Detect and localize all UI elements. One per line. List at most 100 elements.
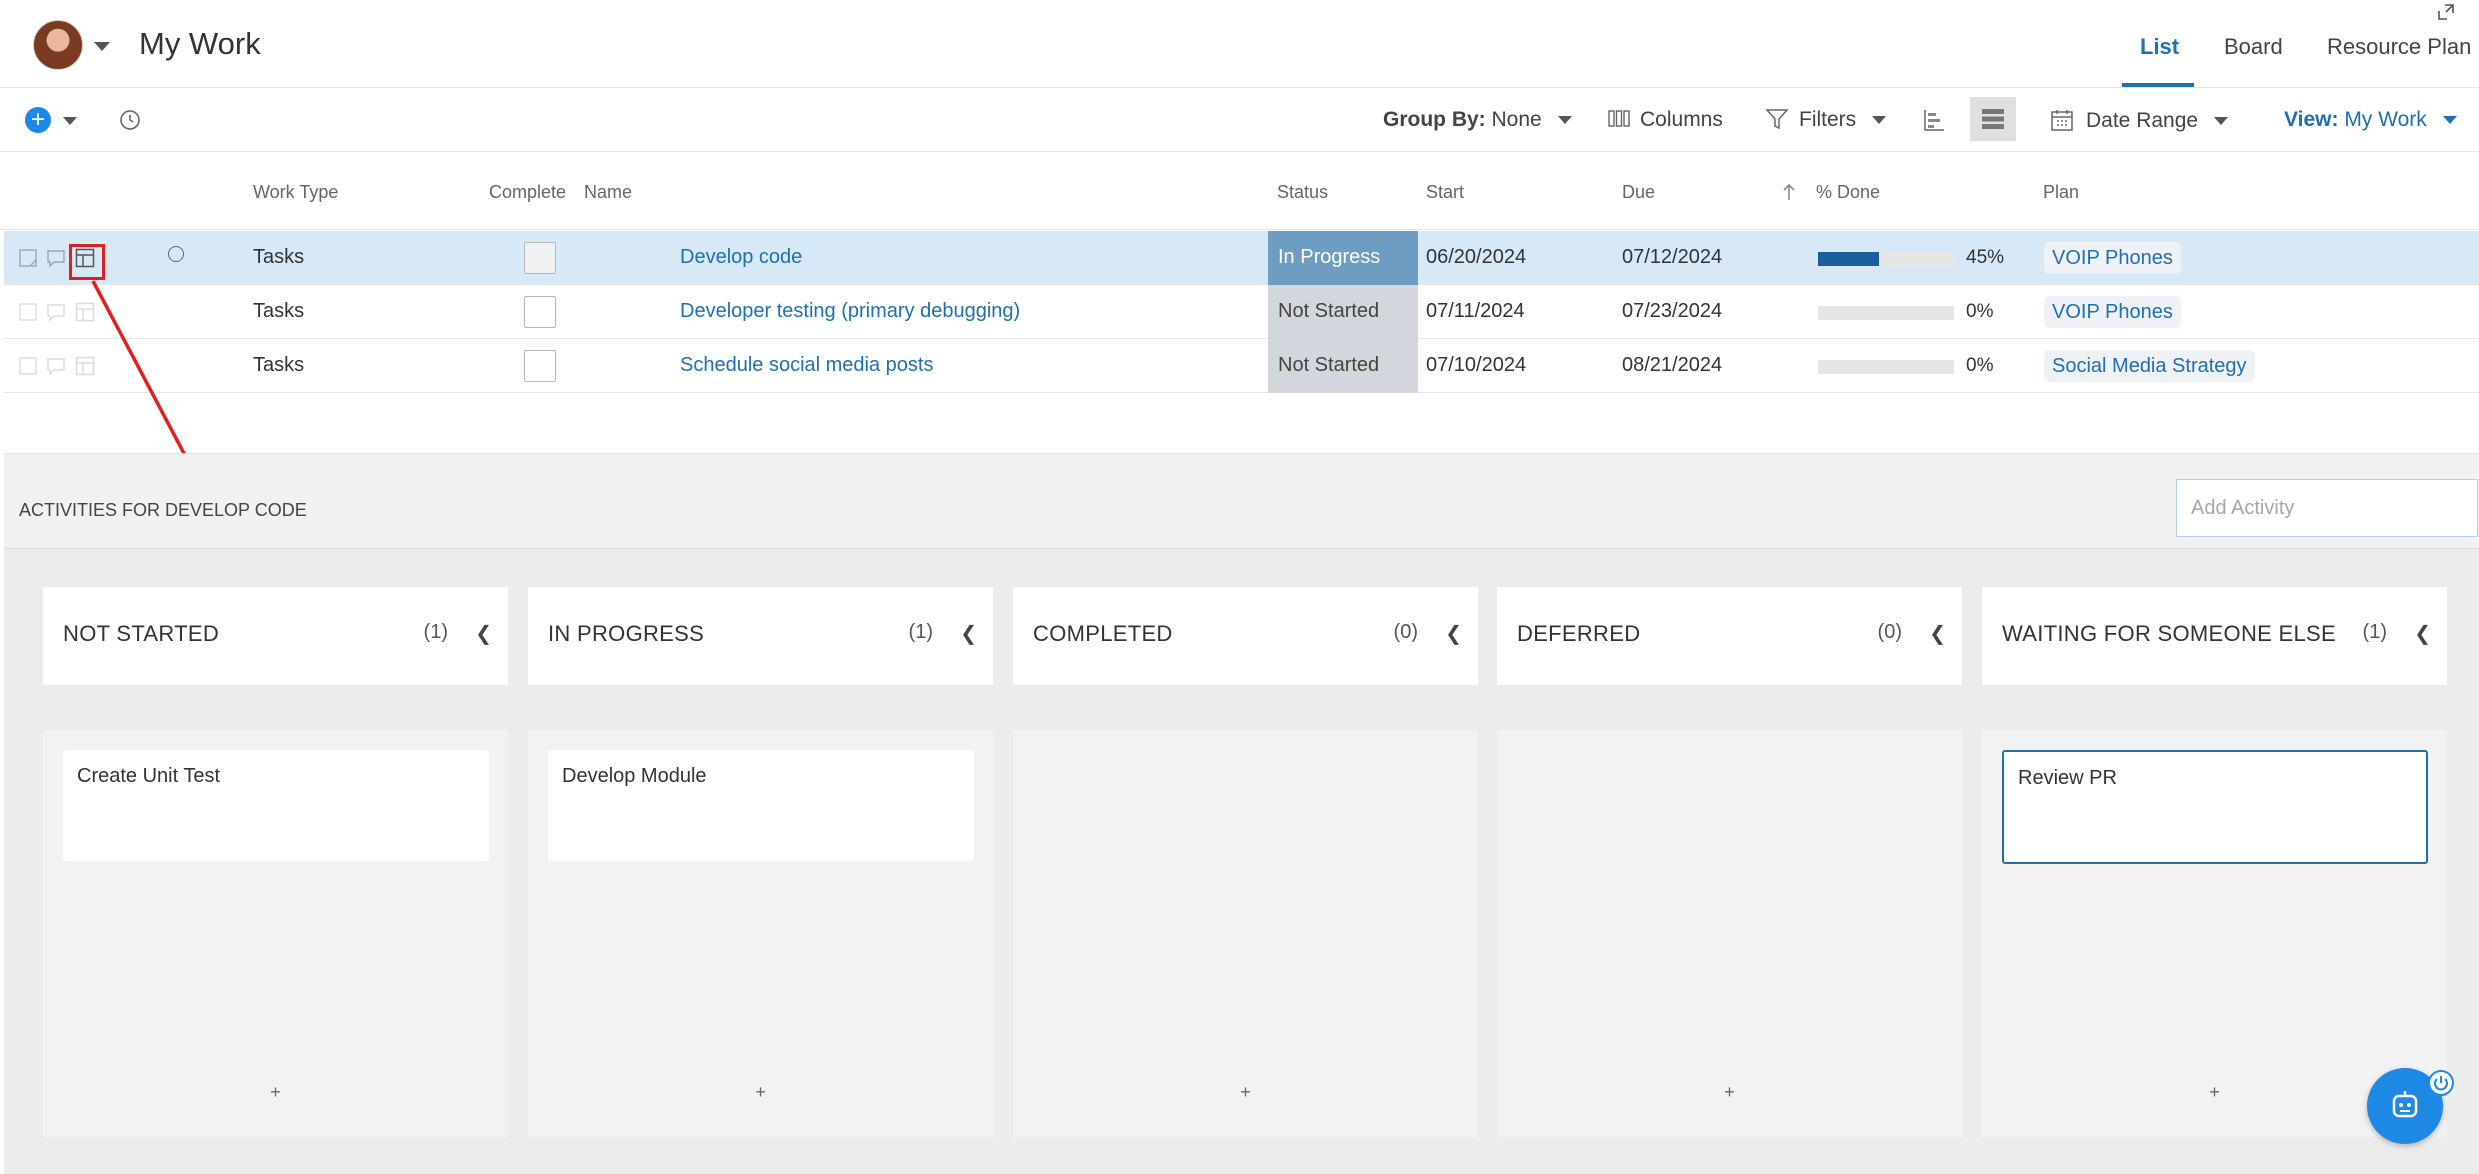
column-count: (1) (908, 621, 933, 643)
add-activity-input[interactable] (2176, 479, 2478, 537)
column-header-plan[interactable]: Plan (2043, 182, 2079, 203)
progress-bar (1818, 252, 1954, 266)
complete-checkbox[interactable] (524, 350, 556, 382)
row-select-radio[interactable] (168, 246, 184, 262)
power-icon[interactable] (2428, 1070, 2454, 1096)
complete-checkbox[interactable] (524, 296, 556, 328)
grid-header (0, 152, 2479, 230)
activity-card[interactable]: Create Unit Test (63, 750, 489, 861)
plan-link[interactable]: Social Media Strategy (2044, 350, 2255, 382)
table-row[interactable]: Tasks Developer testing (primary debuggi… (4, 285, 2479, 339)
column-header-work-type[interactable]: Work Type (253, 182, 338, 203)
chevron-down-icon (2442, 116, 2457, 125)
start-date-cell[interactable]: 07/10/2024 (1426, 354, 1526, 377)
status-badge[interactable]: In Progress (1268, 231, 1418, 285)
column-header-status[interactable]: Status (1277, 182, 1328, 203)
add-card-button[interactable]: + (1497, 1082, 1962, 1103)
column-header-percent-done[interactable]: % Done (1816, 182, 1880, 203)
table-row[interactable]: Tasks Schedule social media posts Not St… (4, 339, 2479, 393)
activity-card[interactable]: Develop Module (548, 750, 974, 861)
annotation-highlight-box (69, 244, 105, 280)
density-toggle-button[interactable] (1970, 97, 2016, 141)
comment-icon[interactable] (46, 302, 66, 322)
filter-icon (1765, 109, 1789, 130)
due-date-cell[interactable]: 07/23/2024 (1622, 300, 1722, 323)
plan-link[interactable]: VOIP Phones (2044, 296, 2181, 328)
history-icon[interactable] (118, 108, 142, 132)
note-icon[interactable] (18, 356, 38, 376)
activities-board-icon[interactable] (75, 356, 95, 376)
column-name: NOT STARTED (63, 621, 220, 646)
column-count: (0) (1877, 621, 1902, 643)
comment-icon[interactable] (46, 248, 66, 268)
column-header-due[interactable]: Due (1622, 182, 1655, 203)
column-header-name[interactable]: Name (584, 182, 632, 203)
date-range-label: Date Range (2086, 109, 2199, 132)
collapse-column-icon[interactable]: ❮ (475, 621, 492, 646)
task-name-link[interactable]: Develop code (680, 246, 802, 269)
filters-dropdown[interactable]: Filters (1765, 108, 1887, 132)
group-by-label: Group By: (1383, 108, 1486, 131)
note-icon[interactable] (18, 302, 38, 322)
collapse-column-icon[interactable]: ❮ (1445, 621, 1462, 646)
board-column-header-waiting: WAITING FOR SOMEONE ELSE (1) ❮ (1982, 587, 2447, 685)
tab-list[interactable]: List (2140, 34, 2179, 60)
columns-button[interactable]: Columns (1608, 108, 1723, 132)
activity-card[interactable]: Review PR (2002, 750, 2428, 864)
add-card-button[interactable]: + (1013, 1082, 1478, 1103)
start-date-cell[interactable]: 07/11/2024 (1426, 300, 1525, 323)
collapse-column-icon[interactable]: ❮ (1929, 621, 1946, 646)
view-value: My Work (2344, 108, 2427, 131)
gantt-icon[interactable] (1922, 108, 1946, 132)
progress-bar (1818, 360, 1954, 374)
column-name: WAITING FOR SOMEONE ELSE (2002, 621, 2336, 646)
date-range-dropdown[interactable]: Date Range (2050, 108, 2228, 133)
table-row[interactable]: Tasks Develop code In Progress 06/20/202… (4, 231, 2479, 285)
work-type-cell: Tasks (253, 354, 305, 376)
board-column-header-in-progress: IN PROGRESS (1) ❮ (528, 587, 993, 685)
column-name: COMPLETED (1033, 621, 1173, 646)
percent-done-label: 45% (1966, 247, 2005, 268)
column-header-start[interactable]: Start (1426, 182, 1464, 203)
group-by-dropdown[interactable]: Group By: None (1383, 108, 1572, 132)
tab-resource-plan[interactable]: Resource Plan (2327, 34, 2471, 60)
collapse-column-icon[interactable]: ❮ (960, 621, 977, 646)
avatar-dropdown-icon[interactable] (94, 42, 110, 51)
status-badge[interactable]: Not Started (1268, 339, 1418, 393)
work-type-cell: Tasks (253, 246, 305, 268)
due-date-cell[interactable]: 08/21/2024 (1622, 354, 1722, 377)
add-item-button[interactable]: + (25, 107, 51, 133)
activities-board-icon[interactable] (75, 302, 95, 322)
view-label: View: (2284, 108, 2339, 131)
complete-checkbox[interactable] (524, 242, 556, 274)
task-name-link[interactable]: Schedule social media posts (680, 354, 933, 377)
column-header-complete[interactable]: Complete (489, 182, 566, 203)
comment-icon[interactable] (46, 356, 66, 376)
progress-bar-fill (1818, 252, 1880, 266)
add-card-button[interactable]: + (528, 1082, 993, 1103)
calendar-icon (2051, 110, 2073, 131)
due-date-cell[interactable]: 07/12/2024 (1622, 246, 1722, 269)
app-header (0, 0, 2479, 88)
work-type-cell: Tasks (253, 300, 305, 322)
expand-icon[interactable] (2436, 2, 2456, 22)
user-avatar[interactable] (33, 20, 83, 70)
column-name: DEFERRED (1517, 621, 1641, 646)
column-count: (0) (1393, 621, 1418, 643)
view-dropdown[interactable]: View: My Work (2284, 108, 2457, 132)
note-icon[interactable] (18, 248, 38, 268)
status-badge[interactable]: Not Started (1268, 285, 1418, 339)
filters-label: Filters (1799, 108, 1857, 131)
task-name-link[interactable]: Developer testing (primary debugging) (680, 300, 1020, 323)
board-column-in-progress: Develop Module + (528, 730, 993, 1137)
tab-board[interactable]: Board (2224, 34, 2283, 60)
add-card-button[interactable]: + (43, 1082, 508, 1103)
chevron-down-icon (1872, 116, 1887, 125)
collapse-column-icon[interactable]: ❮ (2414, 621, 2431, 646)
sort-ascending-icon[interactable] (1781, 182, 1797, 202)
compact-rows-icon (1982, 109, 2004, 129)
start-date-cell[interactable]: 06/20/2024 (1426, 246, 1526, 269)
add-dropdown-icon[interactable] (63, 117, 77, 125)
plan-link[interactable]: VOIP Phones (2044, 242, 2181, 274)
board-column-header-not-started: NOT STARTED (1) ❮ (43, 587, 508, 685)
